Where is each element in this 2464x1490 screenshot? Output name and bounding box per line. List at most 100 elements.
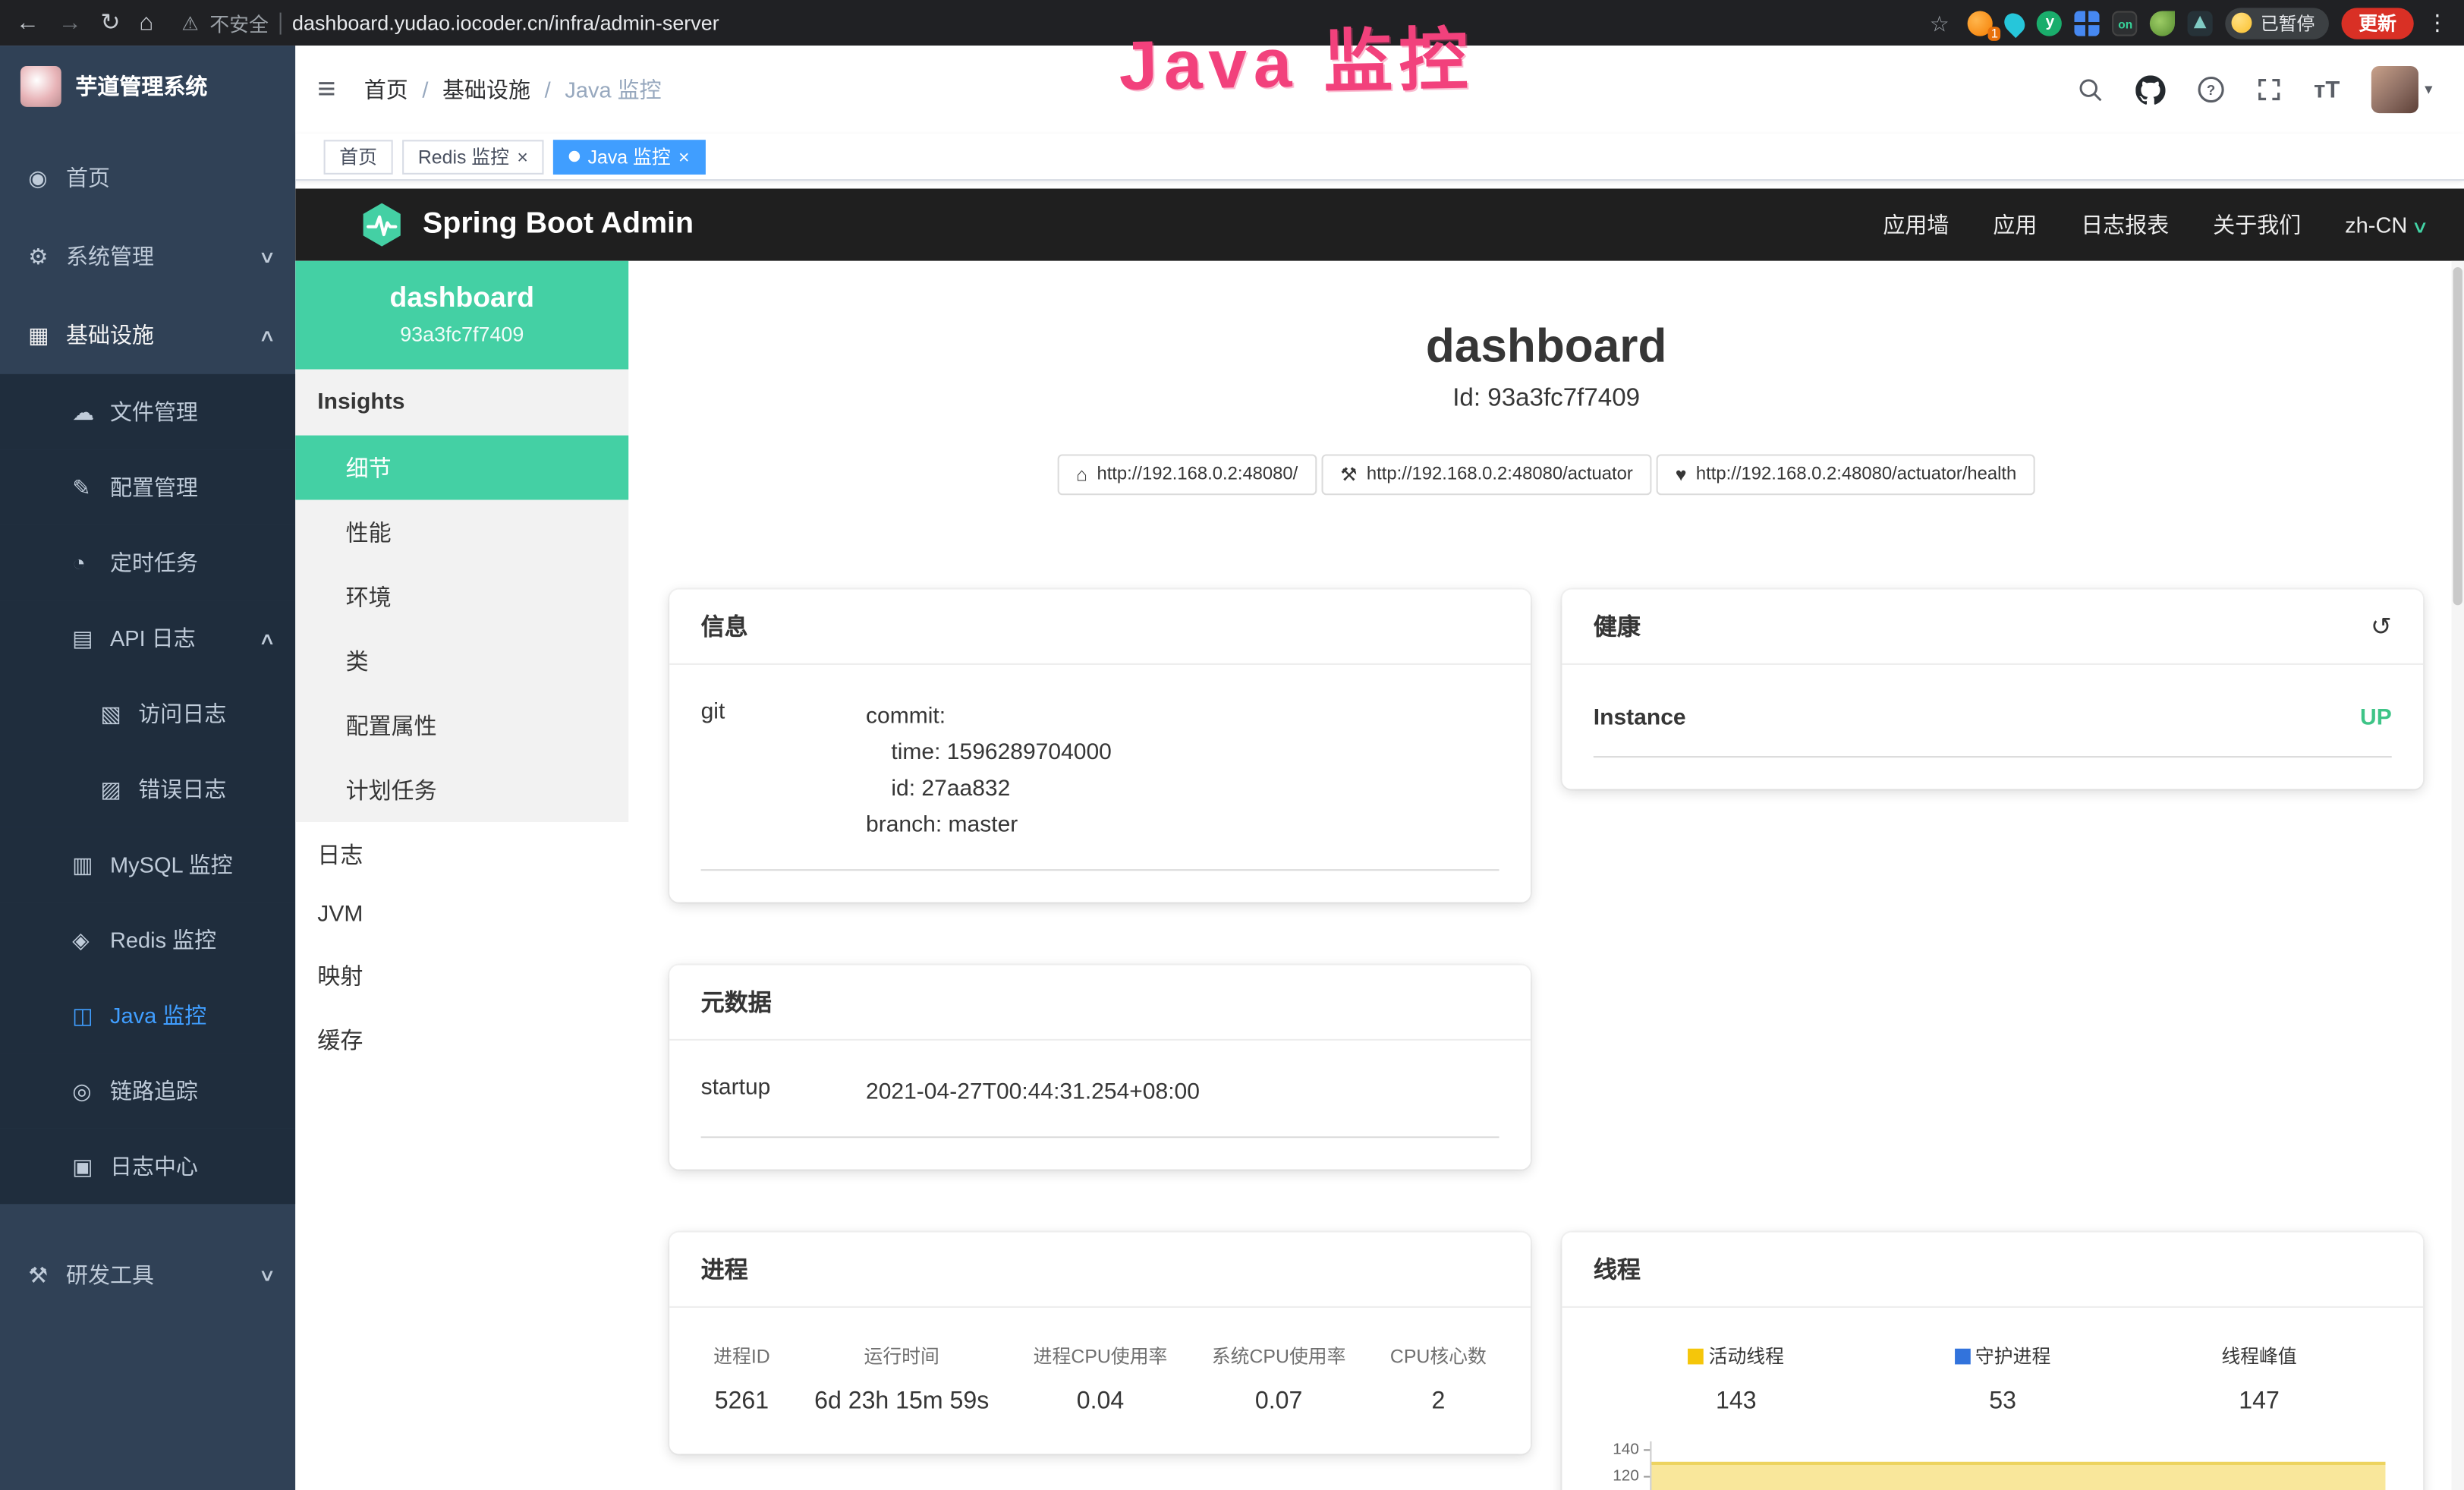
scrollbar-thumb[interactable] — [2453, 267, 2462, 605]
tab-redis-monitor[interactable]: Redis 监控 × — [402, 139, 543, 174]
link-health-url[interactable]: ♥ http://192.168.0.2:48080/actuator/heal… — [1657, 454, 2035, 495]
browser-reload-icon[interactable]: ↻ — [101, 11, 121, 34]
sidebar-item-infrastructure[interactable]: ▦ 基础设施 ∧ — [0, 295, 295, 374]
sidebar-item-home[interactable]: ◉ 首页 — [0, 138, 295, 217]
update-button[interactable]: 更新 — [2341, 7, 2413, 38]
link-service-url[interactable]: ⌂ http://192.168.0.2:48080/ — [1057, 454, 1317, 495]
sidebar-item-error-logs[interactable]: ▨ 错误日志 — [0, 751, 295, 827]
chevron-up-icon: ∧ — [258, 325, 275, 345]
svg-text:?: ? — [2208, 82, 2216, 98]
health-row-instance[interactable]: Instance UP — [1594, 700, 2392, 758]
sba-item-details[interactable]: 细节 — [295, 436, 628, 500]
github-icon[interactable] — [2136, 74, 2166, 104]
process-col-pid: 进程ID 5261 — [713, 1342, 770, 1416]
instance-id-line: Id: 93a3fc7f7409 — [628, 385, 2464, 413]
extension-row: 1 y on 已暂停 更新 ⋮ — [1968, 7, 2449, 38]
sidebar-item-log-center[interactable]: ▣ 日志中心 — [0, 1129, 295, 1204]
java-monitor-icon: ◫ — [72, 1002, 110, 1029]
sba-brand[interactable]: Spring Boot Admin — [358, 201, 694, 248]
close-icon[interactable]: × — [678, 147, 690, 166]
health-card-title: 健康 — [1594, 610, 1641, 642]
sidebar-toggle-icon[interactable]: ≡ — [317, 71, 335, 108]
sba-item-environment[interactable]: 环境 — [295, 564, 628, 628]
sba-item-performance[interactable]: 性能 — [295, 500, 628, 565]
sba-section-insights[interactable]: Insights — [295, 370, 628, 436]
sba-item-caches[interactable]: 缓存 — [295, 1007, 628, 1072]
cell-value: 6d 23h 15m 59s — [814, 1388, 989, 1416]
browser-home-icon[interactable]: ⌂ — [139, 11, 153, 34]
browser-menu-icon[interactable]: ⋮ — [2426, 9, 2448, 36]
sidebar-item-config-management[interactable]: ✎ 配置管理 — [0, 449, 295, 524]
extension-on-icon[interactable]: on — [2113, 10, 2138, 35]
fullscreen-icon[interactable] — [2258, 77, 2283, 102]
breadcrumb-section[interactable]: 基础设施 — [442, 74, 530, 105]
extension-fox-icon[interactable]: 1 — [1968, 10, 1994, 35]
sba-instance-header[interactable]: dashboard 93a3fc7f7409 — [295, 261, 628, 370]
sidebar-item-access-logs[interactable]: ▧ 访问日志 — [0, 676, 295, 751]
sidebar-item-scheduled-tasks[interactable]: ◔ 定时任务 — [0, 525, 295, 600]
sidebar-item-mysql-monitor[interactable]: ▥ MySQL 监控 — [0, 827, 295, 902]
sba-nav-applications[interactable]: 应用 — [1993, 209, 2037, 240]
sidebar-item-trace[interactable]: ◎ 链路追踪 — [0, 1053, 295, 1128]
redis-icon: ◈ — [72, 927, 110, 953]
sidebar-item-file-management[interactable]: ☁ 文件管理 — [0, 374, 295, 449]
sba-item-jvm[interactable]: JVM — [295, 887, 628, 943]
help-icon[interactable]: ? — [2198, 75, 2226, 103]
tab-java-monitor[interactable]: Java 监控 × — [553, 139, 705, 174]
sidebar-item-system[interactable]: ⚙ 系统管理 ∨ — [0, 217, 295, 296]
sidebar-item-redis-monitor[interactable]: ◈ Redis 监控 — [0, 903, 295, 978]
sidebar-item-java-monitor[interactable]: ◫ Java 监控 — [0, 978, 295, 1053]
tab-home[interactable]: 首页 — [324, 139, 393, 174]
extension-grid-icon[interactable] — [2075, 10, 2100, 35]
breadcrumb-home[interactable]: 首页 — [364, 74, 408, 105]
sba-item-classes[interactable]: 类 — [295, 628, 628, 693]
sba-item-mappings[interactable]: 映射 — [295, 943, 628, 1007]
browser-forward-icon[interactable]: → — [58, 11, 82, 34]
bookmark-star-icon[interactable]: ☆ — [1930, 12, 1949, 34]
cards-grid: 信息 git commit: time: 1596289704000 id: 2… — [669, 590, 2423, 1490]
legend-label: 守护进程 — [1975, 1342, 2050, 1369]
extension-tree-icon[interactable] — [2189, 10, 2214, 35]
sba-nav-wallboard[interactable]: 应用墙 — [1883, 209, 1949, 240]
sba-language-select[interactable]: zh-CN∨ — [2345, 213, 2426, 238]
process-col-cpu: 进程CPU使用率 0.04 — [1034, 1342, 1168, 1416]
history-icon[interactable]: ↺ — [2371, 611, 2392, 642]
sba-item-scheduled-tasks[interactable]: 计划任务 — [295, 758, 628, 822]
link-label: http://192.168.0.2:48080/actuator/health — [1696, 465, 2016, 484]
sba-nav-about[interactable]: 关于我们 — [2213, 209, 2301, 240]
extension-drop-icon[interactable] — [2001, 8, 2030, 37]
paused-label: 已暂停 — [2261, 10, 2315, 35]
sidebar-item-label: 配置管理 — [110, 471, 198, 502]
scrollbar-track[interactable] — [2451, 261, 2464, 1490]
sidebar-item-label: 文件管理 — [110, 396, 198, 427]
extension-leaf-icon[interactable] — [2151, 10, 2176, 35]
extension-y-icon[interactable]: y — [2038, 10, 2063, 35]
browser-back-icon[interactable]: ← — [16, 11, 39, 34]
legend-peak-threads: 线程峰值 147 — [2221, 1342, 2296, 1416]
metadata-row-startup: startup 2021-04-27T00:44:31.254+08:00 — [701, 1075, 1499, 1138]
user-menu[interactable]: ▾ — [2371, 66, 2433, 113]
sidebar-item-label: 访问日志 — [138, 698, 226, 729]
search-icon[interactable] — [2079, 76, 2105, 102]
sidebar-item-api-logs[interactable]: ▤ API 日志 ∧ — [0, 600, 295, 676]
instance-name: dashboard — [308, 282, 616, 314]
paused-badge[interactable]: 已暂停 — [2226, 7, 2329, 38]
sba-nav-journal[interactable]: 日志报表 — [2081, 209, 2169, 240]
sba-item-config-props[interactable]: 配置属性 — [295, 693, 628, 758]
sidebar-item-dev-tools[interactable]: ⚒ 研发工具 ∨ — [0, 1236, 295, 1315]
app-frame: 芋道管理系统 ◉ 首页 ⚙ 系统管理 ∨ ▦ 基础设施 ∧ ☁ — [0, 46, 2464, 1490]
logo-image — [20, 65, 61, 106]
info-card: 信息 git commit: time: 1596289704000 id: 2… — [669, 590, 1531, 903]
sidebar-logo[interactable]: 芋道管理系统 — [0, 46, 295, 126]
sba-item-logs[interactable]: 日志 — [295, 822, 628, 887]
security-label: 不安全 — [209, 8, 269, 37]
link-actuator-url[interactable]: ⚒ http://192.168.0.2:48080/actuator — [1321, 454, 1651, 495]
y-tick: 140 — [1613, 1443, 1650, 1470]
process-col-uptime: 运行时间 6d 23h 15m 59s — [814, 1342, 989, 1416]
chevron-down-icon: ∨ — [258, 246, 275, 266]
address-bar[interactable]: ⚠ 不安全 dashboard.yudao.iocoder.cn/infra/a… — [181, 8, 1910, 37]
font-size-icon[interactable]: тT — [2314, 76, 2340, 102]
threads-legend: 活动线程 143 守护进程 53 线程峰值 — [1594, 1342, 2392, 1416]
close-icon[interactable]: × — [517, 147, 528, 166]
sidebar-item-label: 系统管理 — [66, 241, 154, 272]
